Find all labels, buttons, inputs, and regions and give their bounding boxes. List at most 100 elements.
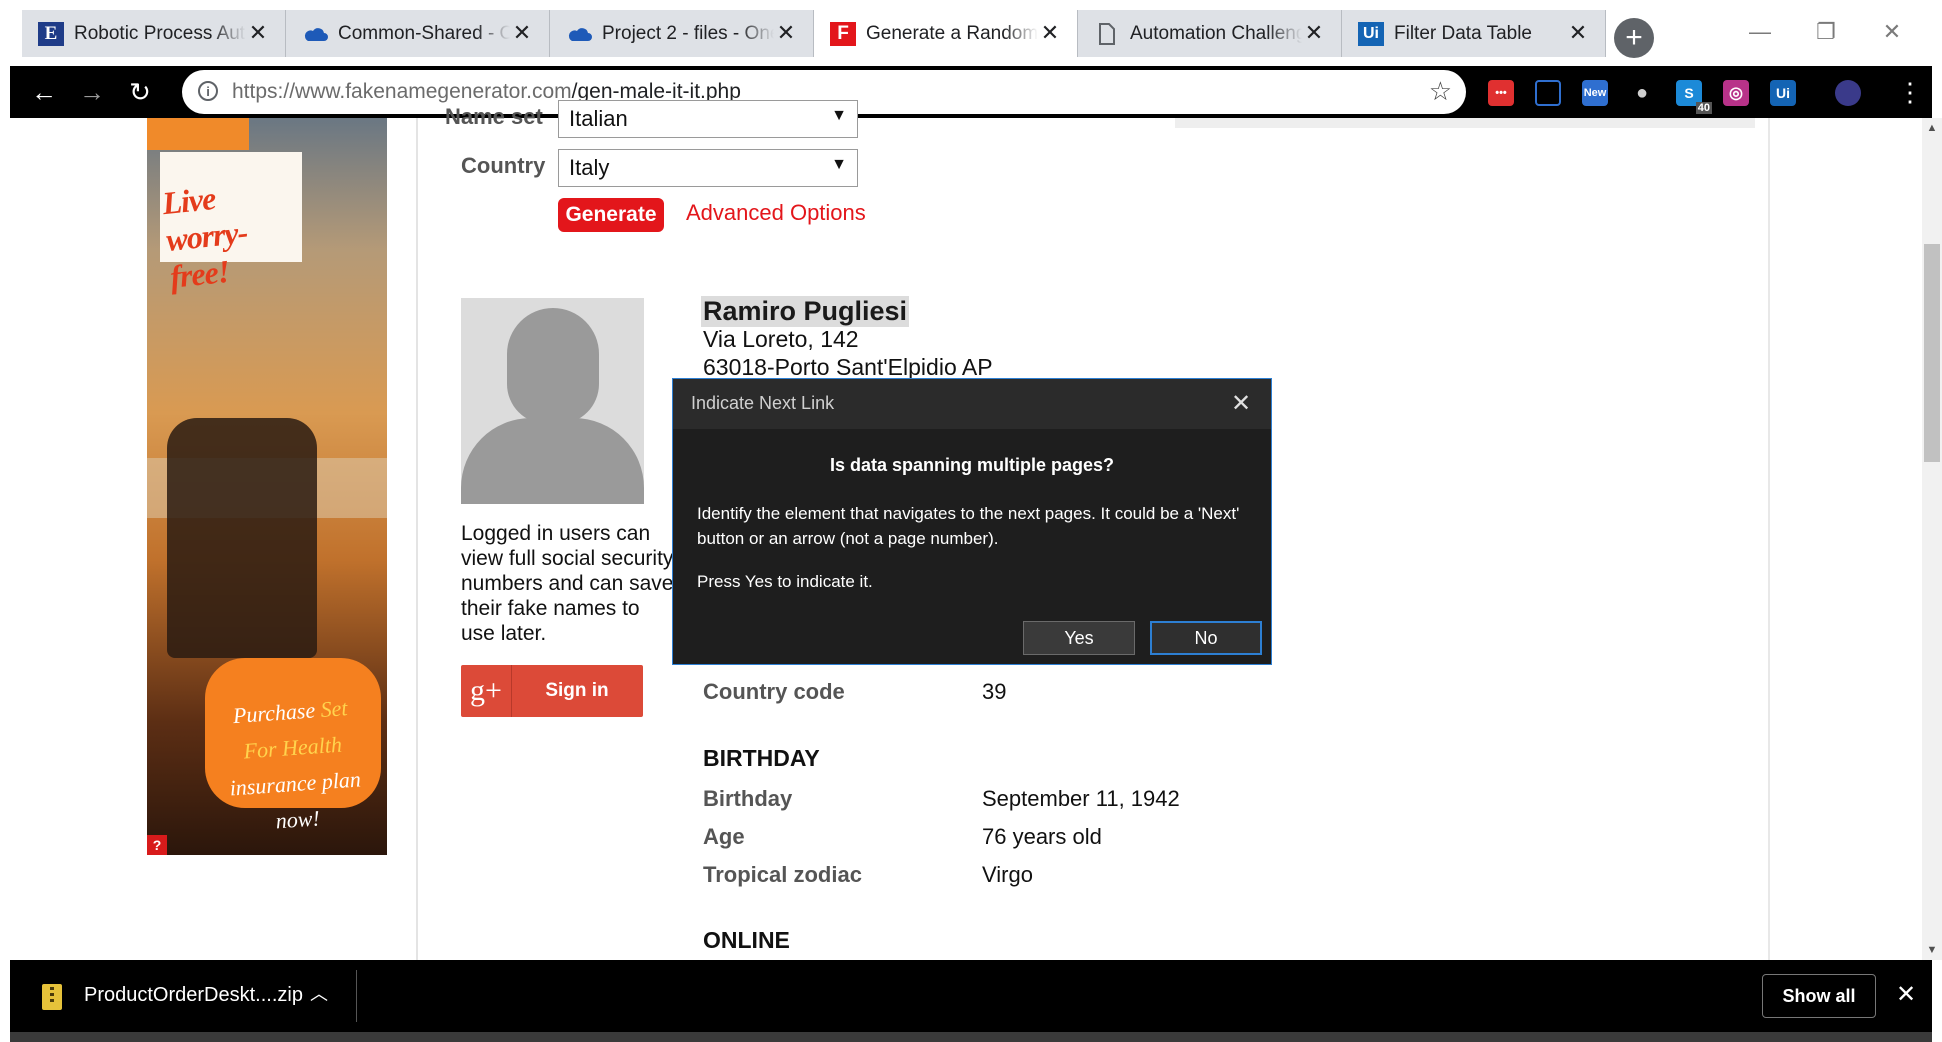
square-extension-icon[interactable] [1535,80,1561,106]
e-favicon-icon: E [38,22,64,46]
advanced-options-link[interactable]: Advanced Options [686,200,866,226]
tab-robotic-process[interactable]: E Robotic Process Auto ✕ [22,10,286,57]
age-value: 76 years old [982,824,1102,849]
ad-van-image [167,418,317,658]
skype-extension-icon[interactable]: S 40 [1676,80,1712,114]
profile-avatar[interactable] [1835,80,1861,106]
onedrive-cloud-icon [566,22,592,46]
zip-file-icon [42,984,62,1010]
close-tab-icon[interactable]: ✕ [1301,20,1327,46]
bookmark-star-icon[interactable]: ☆ [1429,76,1452,107]
ad-promo-text: Purchase Set For Health insurance plan n… [228,695,362,834]
close-tab-icon[interactable]: ✕ [1037,20,1063,46]
country-code-label: Country code [703,679,845,704]
document-icon [1094,22,1120,46]
country-select[interactable]: Italy ▼ [558,149,858,187]
tab-label: Generate a Random N [866,23,1038,44]
tab-label: Filter Data Table [1394,23,1532,44]
tab-label: Automation Challeng [1130,23,1302,44]
birthday-heading: BIRTHDAY [703,745,820,771]
ad-info-icon[interactable]: ? [147,835,167,855]
tab-automation-challenge[interactable]: Automation Challeng ✕ [1078,10,1342,57]
reload-icon[interactable]: ↻ [126,77,154,107]
info-icon[interactable]: i [198,81,218,101]
birthday-label: Birthday [703,786,793,811]
ad-promo-bubble: Purchase Set For Health insurance plan n… [205,658,381,833]
country-code-value: 39 [982,679,1007,704]
bottom-strip [10,1032,1932,1042]
side-panel [1175,118,1755,128]
close-tab-icon[interactable]: ✕ [245,20,271,46]
zodiac-label: Tropical zodiac [703,862,862,887]
tab-common-shared[interactable]: Common-Shared - O ✕ [286,10,550,57]
close-tab-icon[interactable]: ✕ [1565,20,1591,46]
scroll-down-icon[interactable]: ▼ [1922,940,1942,960]
birthday-value: September 11, 1942 [982,786,1180,811]
extension-badge: 40 [1695,102,1712,114]
dialog-title: Indicate Next Link [691,393,835,413]
dropdown-arrow-icon: ▼ [831,156,847,173]
dialog-question: Is data spanning multiple pages? [829,455,1115,475]
bulb-extension-icon[interactable]: ● [1629,80,1655,106]
tab-label: Project 2 - files - One [602,23,774,44]
close-icon[interactable]: ✕ [1225,387,1257,419]
scroll-up-icon[interactable]: ▲ [1922,118,1942,138]
new-tab-button[interactable]: + [1614,18,1654,58]
fakename-f-icon: F [830,22,856,46]
close-tab-icon[interactable]: ✕ [773,20,799,46]
scrollbar-thumb[interactable] [1924,244,1940,462]
dialog-body: Identify the element that navigates to t… [697,504,1240,548]
forward-arrow-icon[interactable]: → [78,77,106,107]
tab-generate-random-name[interactable]: F Generate a Random N ✕ [814,10,1078,57]
close-icon[interactable]: ✕ [1896,980,1916,1009]
google-plus-icon: g+ [461,665,512,717]
country-label: Country [461,153,546,178]
close-tab-icon[interactable]: ✕ [509,20,535,46]
chevron-up-icon[interactable]: ︿ [310,980,328,1006]
menu-kebab-icon[interactable]: ⋮ [1896,77,1924,107]
new-extension-icon[interactable]: New [1582,80,1608,106]
person-name: Ramiro Pugliesi [701,296,910,327]
back-arrow-icon[interactable]: ← [30,77,58,107]
signin-label: Sign in [545,680,609,701]
silhouette-head [507,308,599,424]
country-value: Italy [569,155,610,180]
ad-banner-strip [147,118,249,150]
dialog-prompt: Press Yes to indicate it. [697,572,873,591]
insurance-advertisement[interactable]: Live worry-free! Purchase Set For Health… [147,118,387,855]
divider [356,970,357,1022]
show-all-button[interactable]: Show all [1762,974,1876,1018]
download-filename[interactable]: ProductOrderDeskt....zip [84,984,303,1007]
avatar [461,298,644,504]
dialog-header: Indicate Next Link ✕ [673,379,1271,429]
tab-project-2-files[interactable]: Project 2 - files - One ✕ [550,10,814,57]
dots-extension-icon[interactable]: ••• [1488,80,1514,106]
close-window-icon[interactable]: ✕ [1870,12,1914,52]
google-signin-button[interactable]: g+ Sign in [461,665,643,717]
tab-filter-data-table[interactable]: Ui Filter Data Table ✕ [1342,10,1606,57]
login-note: Logged in users can view full social sec… [461,522,674,645]
uipath-icon: Ui [1358,22,1384,46]
column-divider [1768,118,1770,960]
browser-toolbar: ← → ↻ i https://www.fakenamegenerator.co… [10,66,1932,118]
generate-button[interactable]: Generate [558,198,664,232]
minimize-icon[interactable]: — [1738,12,1782,52]
instagram-extension-icon[interactable]: ◎ [1723,80,1749,106]
online-heading: ONLINE [703,927,790,953]
ad-headline: Live worry-free! [160,179,249,295]
uipath-extension-icon[interactable]: Ui [1770,80,1796,106]
silhouette-body [461,418,644,504]
address-city: 63018-Porto Sant'Elpidio AP [703,354,993,380]
restore-icon[interactable]: ❐ [1804,12,1848,52]
indicate-next-link-dialog: Indicate Next Link ✕ Is data spanning mu… [672,378,1272,665]
age-label: Age [703,824,745,849]
ad-headline-note: Live worry-free! [160,152,302,295]
address-street: Via Loreto, 142 [703,326,859,352]
no-button[interactable]: No [1150,621,1262,655]
onedrive-cloud-icon [302,22,328,46]
yes-button[interactable]: Yes [1023,621,1135,655]
zodiac-value: Virgo [982,862,1033,887]
tab-label: Common-Shared - O [338,23,510,44]
download-bar: ProductOrderDeskt....zip ︿ Show all ✕ [10,960,1932,1032]
tab-label: Robotic Process Auto [74,23,246,44]
